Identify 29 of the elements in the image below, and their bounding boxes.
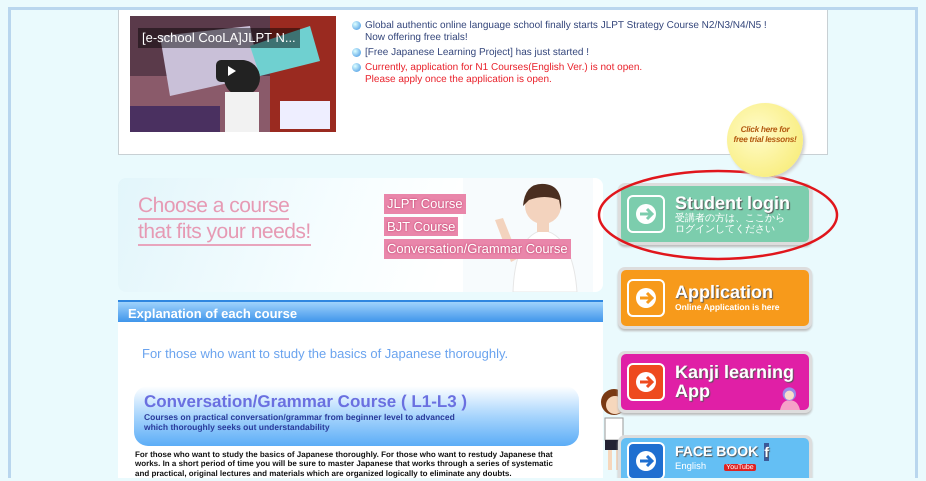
banner-heading: Choose a course	[138, 194, 290, 220]
button-title: FACE BOOK	[675, 442, 758, 461]
bullet-icon	[352, 63, 361, 72]
banner-heading: that fits your needs!	[138, 220, 311, 246]
button-title: Kanji learning	[675, 363, 794, 382]
button-subtitle: English	[675, 461, 706, 472]
play-icon	[228, 66, 236, 76]
side-menu-button[interactable]: Kanji learning App	[618, 351, 812, 413]
arrow-icon	[627, 442, 665, 478]
course-link[interactable]: BJT Course	[384, 216, 458, 236]
button-subtitle: Online Application is here	[675, 302, 780, 313]
button-title: Application	[675, 283, 773, 302]
course-title: Conversation/Grammar Course ( L1-L3 )	[144, 392, 468, 412]
course-description: For those who want to study the basics of Japanese thoroughly. For those who want to restudy Japanese that works. In a short period of time you will be sure to master Japanese that works through a series of systematic and practical, original lectures and materials which are organized logically to eliminate any doubts.	[135, 450, 554, 478]
intro-text: For those who want to study the basics of Japanese thoroughly.	[142, 345, 510, 363]
section-title: Explanation of each course	[118, 300, 603, 322]
video-title[interactable]: [e-school CooLA]JLPT N...	[138, 28, 300, 48]
social-icon[interactable]: f	[764, 442, 769, 460]
course-link[interactable]: JLPT Course	[384, 194, 466, 214]
news-item[interactable]: [Free Japanese Learning Project] has just started !	[365, 47, 590, 59]
course-link[interactable]: Conversation/Grammar Course	[384, 239, 571, 258]
bullet-icon	[352, 21, 361, 30]
button-subtitle: 受講者の方は、ここから ログインしてください	[675, 212, 785, 234]
bullet-icon	[352, 48, 361, 57]
news-item[interactable]: Global authentic online language school finally starts JLPT Strategy Course N2/N3/N4/N5 ! Now offering free trials!	[365, 20, 767, 44]
button-title: App	[675, 382, 710, 401]
course-subtitle: Courses on practical conversation/grammar from beginner level to advanced which thoroughly seeks out understandability	[144, 412, 456, 432]
news-item[interactable]: Currently, application for N1 Courses(English Ver.) is not open. Please apply once the application is open.	[365, 62, 642, 86]
button-title: Student login	[675, 194, 790, 212]
